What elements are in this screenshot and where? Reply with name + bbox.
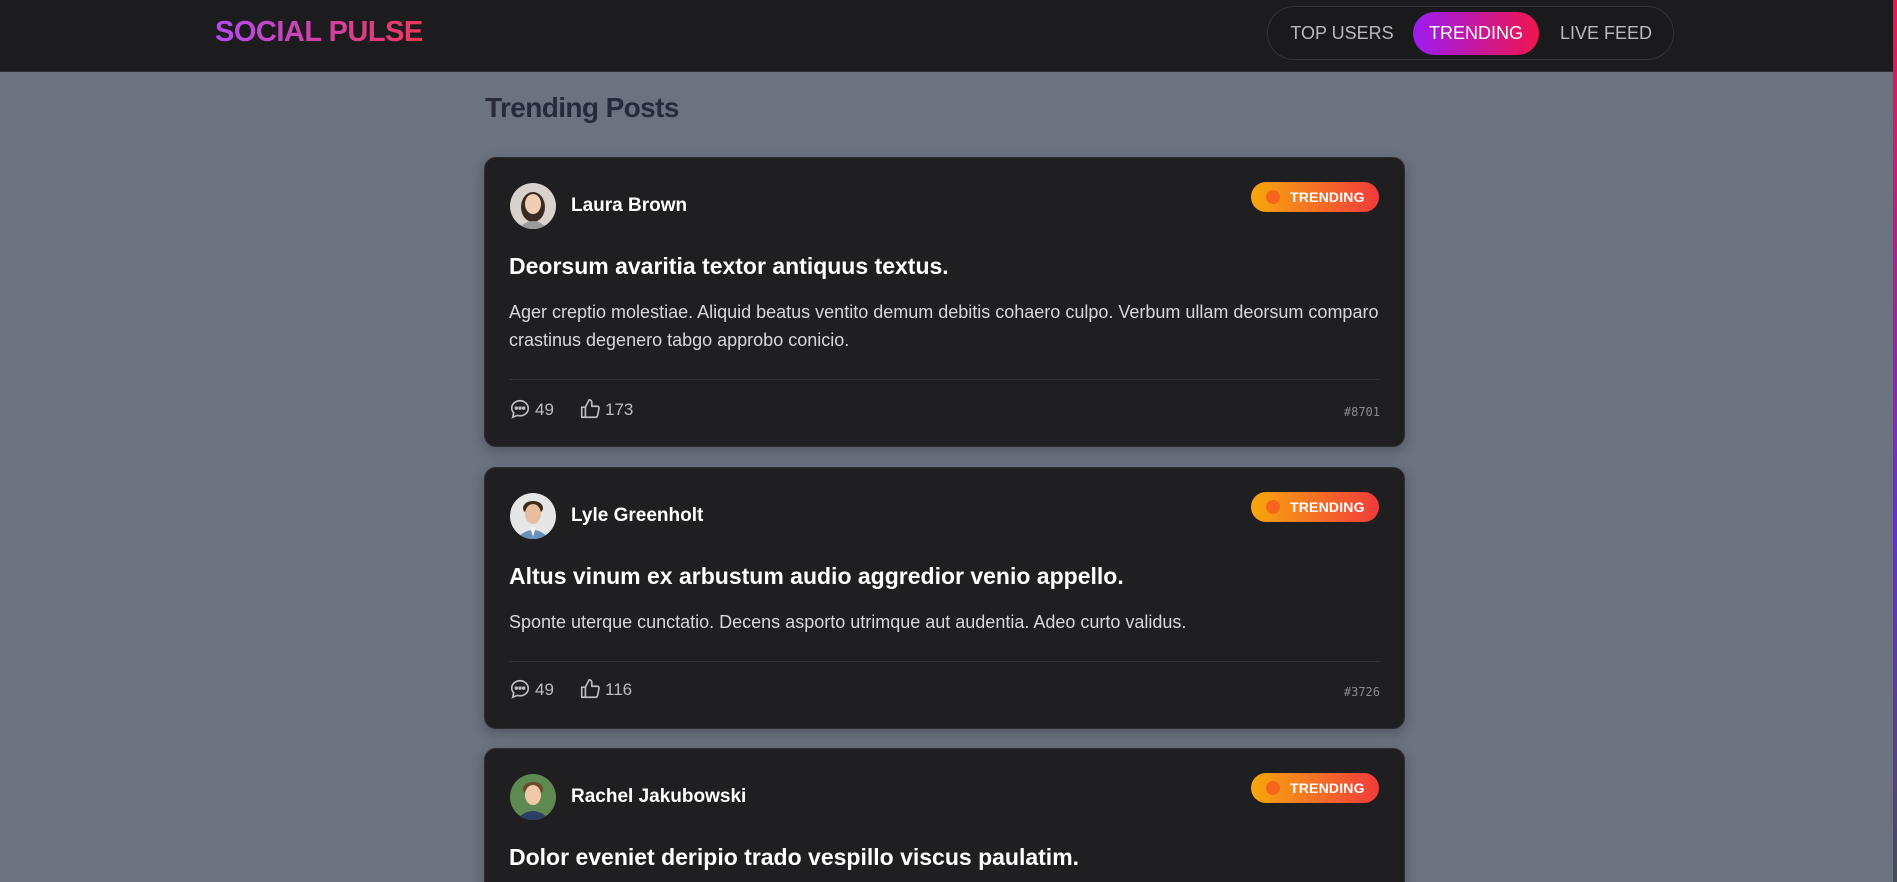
divider [509,661,1380,662]
post-card[interactable]: Rachel Jakubowski TRENDING Dolor eveniet… [484,748,1405,882]
like-count-value: 173 [605,400,634,419]
avatar-image [510,183,556,229]
dot-icon [1266,500,1280,514]
post-body: Sponte uterque cunctatio. Decens asporto… [509,612,1187,632]
main-nav: TOP USERS TRENDING LIVE FEED [1267,6,1674,60]
nav-live-feed[interactable]: LIVE FEED [1544,12,1668,55]
post-body: Ager creptio molestiae. Aliquid beatus v… [509,302,1379,350]
like-count-value: 116 [605,680,633,699]
thumbs-up-icon [580,679,600,699]
brand-logo[interactable]: SOCIAL PULSE [215,16,423,49]
top-navbar: SOCIAL PULSE TOP USERS TRENDING LIVE FEE… [0,0,1897,72]
dot-icon [1266,781,1280,795]
comment-count[interactable]: 49 [509,398,554,422]
like-count[interactable]: 116 [579,678,632,702]
author-name[interactable]: Lyle Greenholt [571,505,703,527]
badge-label: TRENDING [1290,189,1365,205]
like-count[interactable]: 173 [579,398,633,422]
page-title: Trending Posts [485,92,679,123]
nav-top-users[interactable]: TOP USERS [1276,12,1408,55]
divider [509,379,1380,380]
post-title[interactable]: Deorsum avaritia textor antiquus textus. [509,253,949,280]
avatar[interactable] [510,183,556,229]
comment-count-value: 49 [535,680,554,699]
post-title[interactable]: Dolor eveniet deripio trado vespillo vis… [509,844,1079,871]
comment-icon [510,399,530,419]
dot-icon [1266,190,1280,204]
post-title[interactable]: Altus vinum ex arbustum audio aggredior … [509,563,1124,590]
post-card[interactable]: Laura Brown TRENDING Deorsum avaritia te… [484,157,1405,447]
avatar-image [510,493,556,539]
author-name[interactable]: Rachel Jakubowski [571,786,746,808]
nav-trending[interactable]: TRENDING [1413,12,1539,55]
comment-count[interactable]: 49 [509,678,554,702]
avatar[interactable] [510,493,556,539]
avatar[interactable] [510,774,556,820]
comment-icon [510,679,530,699]
post-id: #3726 [1343,685,1380,699]
badge-label: TRENDING [1290,499,1365,515]
scrollbar[interactable] [1893,0,1897,882]
post-id: #8701 [1343,405,1380,419]
badge-label: TRENDING [1290,780,1365,796]
trending-badge: TRENDING [1251,773,1379,803]
trending-badge: TRENDING [1251,182,1379,212]
trending-badge: TRENDING [1251,492,1379,522]
comment-count-value: 49 [535,400,554,419]
author-name[interactable]: Laura Brown [571,195,687,217]
post-card[interactable]: Lyle Greenholt TRENDING Altus vinum ex a… [484,467,1405,729]
thumbs-up-icon [580,399,600,419]
avatar-image [510,774,556,820]
